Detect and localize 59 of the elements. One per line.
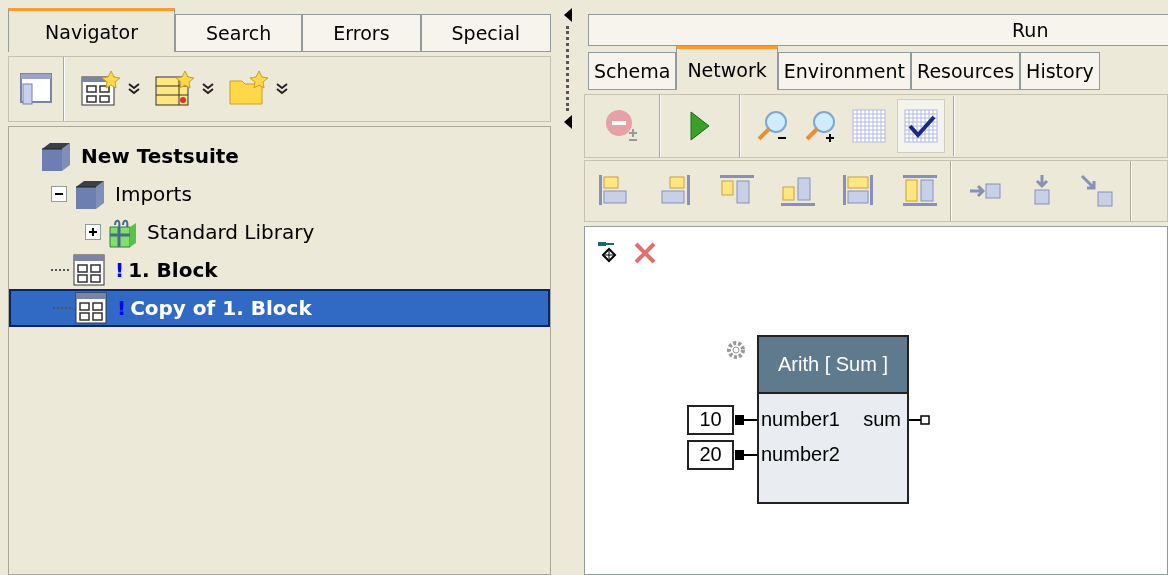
snap-grid-toggle[interactable] — [897, 99, 945, 153]
block-node[interactable]: Arith [ Sum ] number1 sum number2 — [757, 335, 909, 504]
collapse-left-icon — [562, 115, 573, 129]
input-value-field[interactable]: 20 — [687, 439, 734, 470]
minus-icon — [55, 193, 63, 195]
tree-item-label: Imports — [115, 182, 192, 206]
grid-window-icon — [73, 254, 105, 286]
align-icon — [902, 173, 938, 209]
view-tab[interactable]: History — [1020, 52, 1100, 90]
delete-icon — [633, 241, 657, 265]
tree-item-label: 1. Block — [128, 258, 218, 282]
grid-icon — [852, 109, 886, 143]
new-block-icon — [81, 71, 123, 107]
panel-tab[interactable]: Search — [175, 14, 303, 52]
port-label: sum — [863, 408, 901, 431]
new-checklist-icon — [155, 71, 197, 107]
add-connector-icon — [597, 241, 619, 263]
zoom-out-icon — [756, 109, 790, 143]
port-label: number1 — [761, 408, 840, 431]
panel-tab[interactable]: Navigator — [8, 8, 176, 52]
expand-toggle[interactable] — [85, 224, 101, 240]
view-tab[interactable]: Environment — [777, 52, 912, 90]
dropdown-caret-icon — [275, 83, 289, 95]
tree-row[interactable]: Standard Library — [9, 213, 550, 251]
dropdown-caret-icon — [201, 83, 215, 95]
selected-tree-row[interactable]: ! Copy of 1. Block — [9, 289, 550, 327]
node-title: Arith [ Sum ] — [759, 337, 907, 394]
input-value-field[interactable]: 10 — [687, 404, 734, 435]
zoom-in-icon — [804, 109, 838, 143]
panel-tab[interactable]: Special — [420, 14, 551, 52]
view-tab[interactable]: Schema — [588, 52, 677, 90]
port-label: number2 — [761, 443, 840, 466]
warning-mark: ! — [115, 258, 125, 282]
gear-icon — [726, 340, 746, 360]
new-folder-icon — [229, 71, 271, 107]
output-port-icon — [909, 414, 931, 425]
play-icon — [689, 110, 711, 142]
warning-mark: ! — [117, 296, 127, 320]
grid-check-icon — [904, 109, 938, 143]
run-panel-header: Run — [588, 14, 1168, 46]
network-canvas[interactable]: Arith [ Sum ] number1 sum number2 10 20 — [584, 226, 1168, 575]
view-tab[interactable]: Network — [676, 46, 778, 90]
window-icon — [19, 72, 53, 106]
view-tab[interactable]: Resources — [911, 52, 1021, 90]
grid-window-icon — [75, 292, 107, 324]
plus-icon — [89, 228, 97, 236]
dropdown-caret-icon — [127, 83, 141, 95]
tree-row[interactable]: Imports — [9, 175, 550, 213]
tree-row[interactable]: ! 1. Block — [9, 251, 550, 289]
input-port-icon — [735, 414, 757, 425]
tree-item-label: New Testsuite — [81, 144, 239, 168]
move-diagonal-icon — [1080, 174, 1114, 208]
input-port-icon — [735, 449, 757, 460]
collapse-left-icon — [562, 8, 573, 22]
panel-tab[interactable]: Errors — [302, 14, 421, 52]
tree-item-label: Standard Library — [147, 220, 315, 244]
collapse-toggle[interactable] — [51, 186, 67, 202]
tree-row[interactable]: New Testsuite — [9, 137, 550, 175]
tree-item-label: Copy of 1. Block — [130, 296, 312, 320]
